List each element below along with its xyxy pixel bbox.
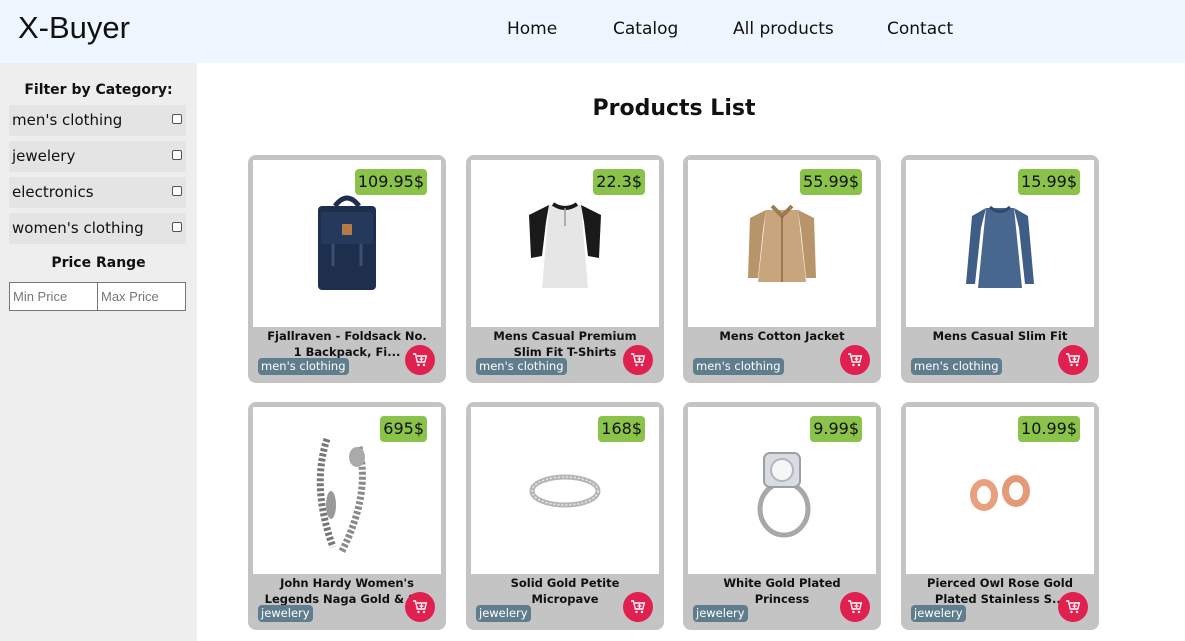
price-badge: 109.95$ — [354, 169, 427, 195]
product-card[interactable]: 695$ John Hardy Women's Legends Naga Gol… — [248, 402, 446, 630]
add-to-cart-icon — [413, 353, 428, 367]
nav-link-contact[interactable]: Contact — [887, 19, 953, 39]
add-to-cart-icon — [848, 353, 863, 367]
category-label: men's clothing — [12, 111, 123, 129]
category-filter-row[interactable]: electronics — [9, 177, 186, 208]
category-tag: jewelery — [693, 605, 748, 622]
product-name: Mens Cotton Jacket — [719, 329, 845, 343]
add-to-cart-icon — [413, 600, 428, 614]
nav-link-home[interactable]: Home — [507, 19, 557, 39]
price-badge: 695$ — [380, 416, 427, 442]
brand-logo[interactable]: X-Buyer — [18, 10, 130, 46]
category-label: electronics — [12, 183, 94, 201]
product-image: 55.99$ — [688, 160, 876, 327]
category-tag: men's clothing — [693, 358, 784, 375]
add-to-cart-icon — [848, 600, 863, 614]
product-card[interactable]: 9.99$ White Gold Plated Princess jeweler… — [683, 402, 881, 630]
price-badge: 15.99$ — [1018, 169, 1080, 195]
filter-sidebar: Filter by Category: men's clothing jewel… — [0, 63, 197, 641]
price-badge: 22.3$ — [593, 169, 645, 195]
category-tag: jewelery — [476, 605, 531, 622]
price-badge: 9.99$ — [810, 416, 862, 442]
add-to-cart-button[interactable] — [840, 345, 870, 375]
category-label: jewelery — [12, 147, 76, 165]
nav-link-all-products[interactable]: All products — [733, 19, 834, 39]
category-tag: jewelery — [911, 605, 966, 622]
product-image: 109.95$ — [253, 160, 441, 327]
min-price-input[interactable] — [9, 282, 98, 311]
product-card[interactable]: 109.95$ Fjallraven - Foldsack No. 1 Back… — [248, 155, 446, 383]
product-image: 15.99$ — [906, 160, 1094, 327]
product-image: 695$ — [253, 407, 441, 574]
nav-link-catalog[interactable]: Catalog — [613, 19, 678, 39]
add-to-cart-button[interactable] — [1058, 592, 1088, 622]
add-to-cart-button[interactable] — [405, 345, 435, 375]
category-checkbox[interactable] — [172, 186, 182, 196]
category-filter-row[interactable]: jewelery — [9, 141, 186, 172]
max-price-input[interactable] — [97, 282, 186, 311]
product-image: 9.99$ — [688, 407, 876, 574]
price-badge: 10.99$ — [1018, 416, 1080, 442]
product-image: 168$ — [471, 407, 659, 574]
category-tag: men's clothing — [911, 358, 1002, 375]
add-to-cart-button[interactable] — [623, 345, 653, 375]
category-label: women's clothing — [12, 219, 144, 237]
category-tag: men's clothing — [476, 358, 567, 375]
add-to-cart-icon — [631, 600, 646, 614]
add-to-cart-button[interactable] — [1058, 345, 1088, 375]
product-card[interactable]: 22.3$ Mens Casual Premium Slim Fit T-Shi… — [466, 155, 664, 383]
category-tag: men's clothing — [258, 358, 349, 375]
price-badge: 168$ — [598, 416, 645, 442]
category-checkbox[interactable] — [172, 222, 182, 232]
product-name: Mens Casual Slim Fit — [932, 329, 1068, 343]
page-title: Products List — [592, 96, 756, 121]
product-card[interactable]: 15.99$ Mens Casual Slim Fit men's clothi… — [901, 155, 1099, 383]
add-to-cart-button[interactable] — [623, 592, 653, 622]
product-card[interactable]: 168$ Solid Gold Petite Micropave jeweler… — [466, 402, 664, 630]
filter-title: Filter by Category: — [24, 82, 173, 98]
product-card[interactable]: 55.99$ Mens Cotton Jacket men's clothing — [683, 155, 881, 383]
product-image: 10.99$ — [906, 407, 1094, 574]
navbar: X-Buyer Home Catalog All products Contac… — [0, 0, 1185, 63]
price-badge: 55.99$ — [800, 169, 862, 195]
add-to-cart-icon — [1066, 600, 1081, 614]
add-to-cart-icon — [631, 353, 646, 367]
product-card[interactable]: 10.99$ Pierced Owl Rose Gold Plated Stai… — [901, 402, 1099, 630]
category-tag: jewelery — [258, 605, 313, 622]
category-checkbox[interactable] — [172, 114, 182, 124]
price-range-title: Price Range — [51, 255, 146, 271]
category-filter-row[interactable]: men's clothing — [9, 105, 186, 136]
category-checkbox[interactable] — [172, 150, 182, 160]
category-filter-row[interactable]: women's clothing — [9, 213, 186, 244]
add-to-cart-icon — [1066, 353, 1081, 367]
add-to-cart-button[interactable] — [840, 592, 870, 622]
add-to-cart-button[interactable] — [405, 592, 435, 622]
product-image: 22.3$ — [471, 160, 659, 327]
